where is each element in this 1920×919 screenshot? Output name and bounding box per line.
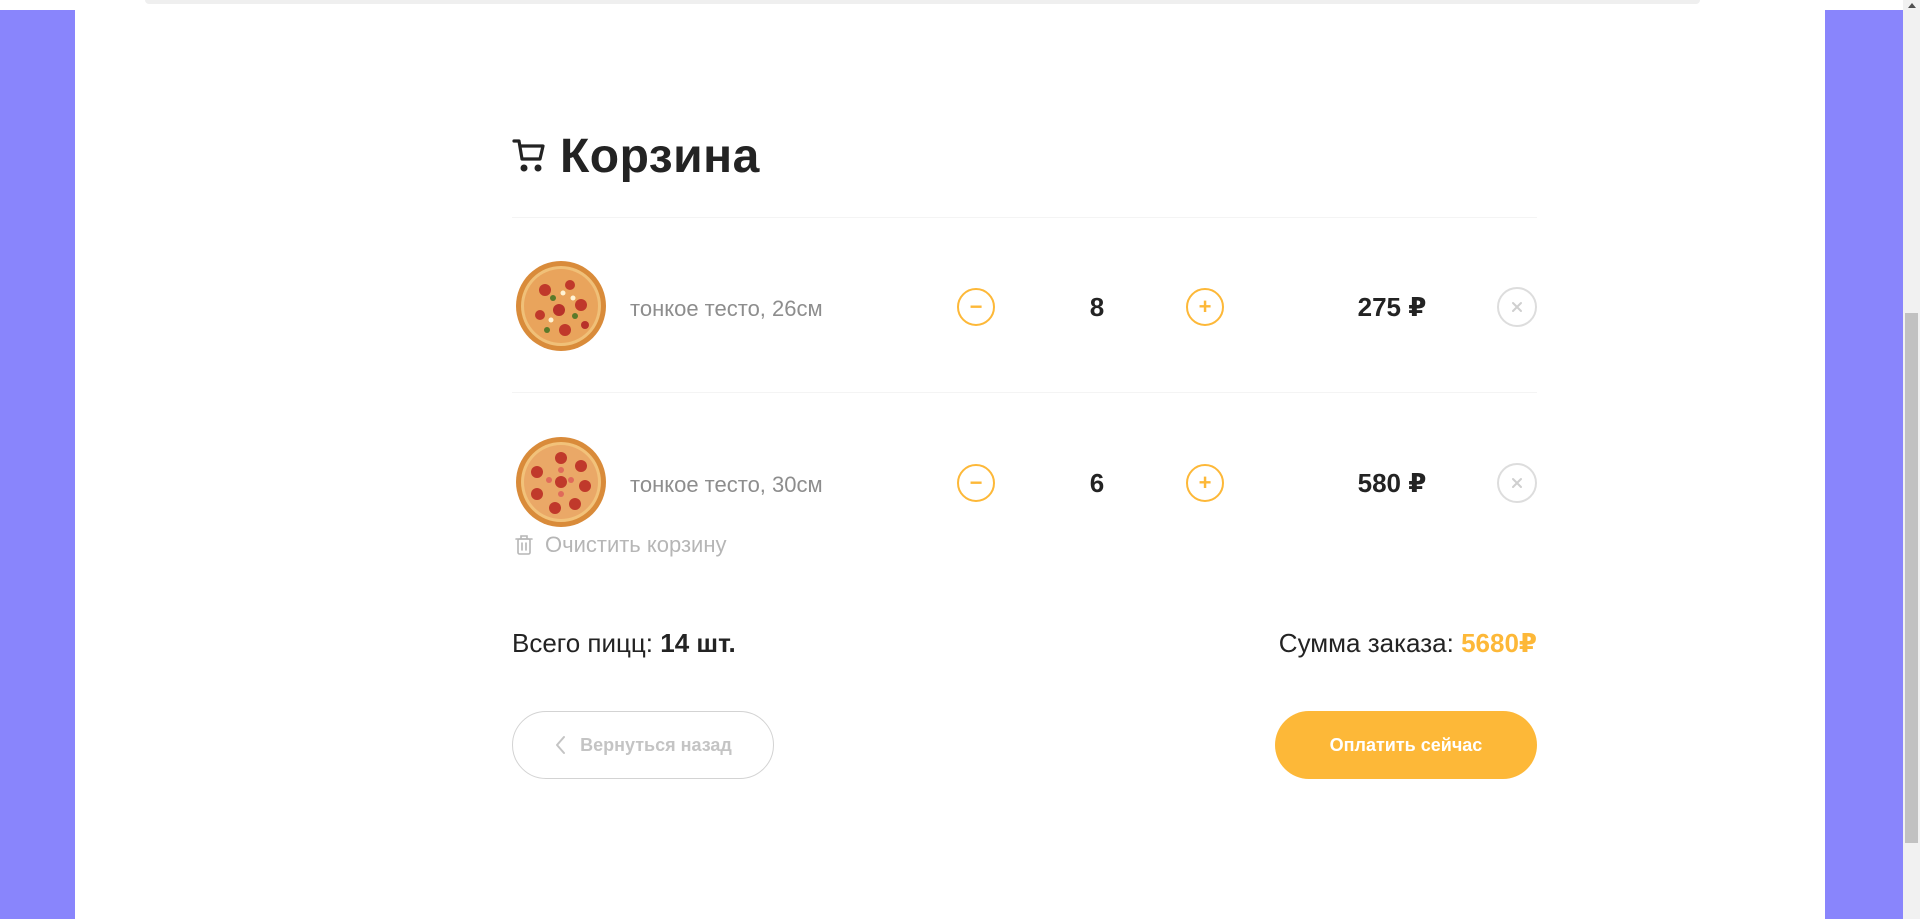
clear-cart-label: Очистить корзину bbox=[545, 532, 727, 557]
item-count: 6 bbox=[1089, 468, 1105, 498]
content-container: Корзина тонкое тесто, 26см − 8 + 275 ₽ т… bbox=[75, 10, 1825, 919]
pay-button[interactable]: Оплатить сейчас bbox=[1275, 711, 1537, 779]
divider bbox=[512, 392, 1537, 393]
cart: Корзина тонкое тесто, 26см − 8 + 275 ₽ т… bbox=[512, 120, 1537, 779]
scrollbar-thumb[interactable] bbox=[1905, 313, 1918, 843]
increase-button[interactable]: + bbox=[1186, 288, 1224, 326]
divider bbox=[512, 217, 1537, 218]
pay-label: Оплатить сейчас bbox=[1329, 734, 1483, 755]
trash-icon bbox=[515, 535, 533, 555]
item-description: тонкое тесто, 26см bbox=[630, 296, 823, 321]
order-sum-label: Сумма заказа: bbox=[1278, 628, 1454, 658]
total-pizzas-label: Всего пицц: bbox=[512, 628, 654, 658]
cart-item: тонкое тесто, 30см − 6 + 580 ₽ bbox=[512, 436, 1537, 532]
increase-button[interactable]: + bbox=[1186, 464, 1224, 502]
back-button[interactable]: Вернуться назад bbox=[512, 711, 774, 779]
remove-item-button[interactable] bbox=[1497, 463, 1537, 503]
order-sum: Сумма заказа: 5680₽ bbox=[1279, 628, 1537, 659]
minus-icon: − bbox=[969, 470, 983, 495]
pizza-image bbox=[516, 261, 606, 351]
scroll-up-icon[interactable] bbox=[1908, 3, 1916, 8]
top-bar-shadow bbox=[145, 0, 1700, 4]
order-sum-value: 5680₽ bbox=[1461, 628, 1537, 658]
item-price: 580 ₽ bbox=[1357, 468, 1427, 498]
remove-item-button[interactable] bbox=[1497, 287, 1537, 327]
pizza-image bbox=[516, 437, 606, 527]
back-label: Вернуться назад bbox=[580, 734, 732, 755]
total-pizzas-value: 14 шт. bbox=[660, 628, 736, 658]
total-pizzas: Всего пицц: 14 шт. bbox=[512, 628, 736, 659]
plus-icon: + bbox=[1198, 470, 1212, 495]
page-title: Корзина bbox=[560, 129, 760, 183]
item-count: 8 bbox=[1089, 292, 1105, 322]
close-icon bbox=[1512, 302, 1522, 312]
chevron-left-icon bbox=[556, 736, 566, 754]
cart-item: тонкое тесто, 26см − 8 + 275 ₽ bbox=[512, 260, 1537, 356]
plus-icon: + bbox=[1198, 294, 1212, 319]
clear-cart-button[interactable]: Очистить корзину bbox=[515, 532, 727, 558]
scrollbar[interactable] bbox=[1903, 0, 1920, 919]
decrease-button[interactable]: − bbox=[957, 288, 995, 326]
decrease-button[interactable]: − bbox=[957, 464, 995, 502]
cart-icon bbox=[512, 139, 545, 172]
cart-header: Корзина bbox=[512, 120, 1537, 192]
close-icon bbox=[1512, 478, 1522, 488]
item-price: 275 ₽ bbox=[1357, 292, 1427, 322]
item-description: тонкое тесто, 30см bbox=[630, 472, 823, 497]
minus-icon: − bbox=[969, 294, 983, 319]
